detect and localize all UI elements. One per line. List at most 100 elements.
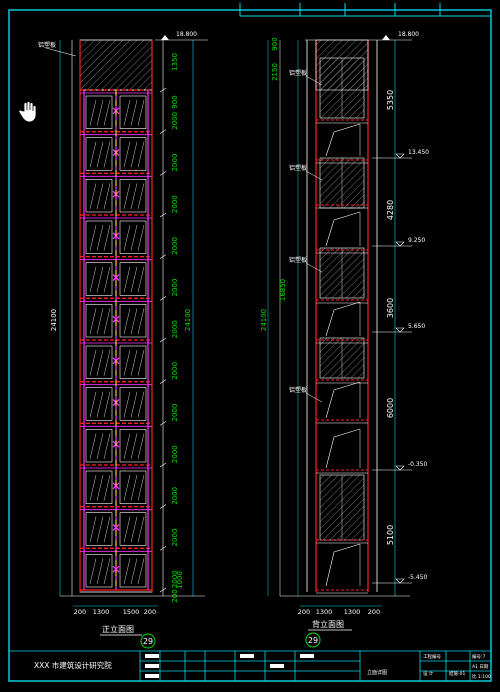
hand-pointer-icon	[18, 101, 37, 123]
front-glass-glare	[103, 99, 111, 126]
front-glass-pane	[85, 304, 113, 338]
front-glass-glare	[130, 266, 138, 293]
back-top-dim: 2150	[271, 63, 279, 81]
front-bottom-width: 1300	[93, 608, 110, 616]
front-glass-glare	[130, 391, 138, 418]
front-glass-pane	[119, 554, 147, 588]
front-glass-glare	[89, 266, 97, 293]
front-segment-dim: 2000	[171, 195, 179, 213]
front-glass-pane	[119, 220, 147, 254]
back-elevation-marker	[395, 241, 405, 247]
front-glass-pane	[85, 512, 113, 546]
front-segment-dim: 2000	[171, 112, 179, 130]
front-glass-glare	[130, 183, 138, 210]
back-label-leader	[305, 170, 323, 181]
front-glass-glare	[103, 224, 111, 251]
front-glass-glare	[96, 433, 104, 460]
back-label-leader	[305, 262, 323, 273]
cad-drawing-canvas[interactable]: 1350 900 2000 2000 2000 2000 2000 2000 2000 2000 2…	[0, 0, 500, 692]
front-glass-pane	[119, 304, 147, 338]
front-glass-glare	[123, 183, 131, 210]
front-glass-glare	[130, 516, 138, 543]
front-top-block	[79, 39, 153, 91]
front-glass-glare	[123, 391, 131, 418]
title-cell: 设 计	[423, 670, 434, 677]
back-elevation-label: -5.450	[408, 574, 428, 581]
back-segment-dim: 5350	[386, 90, 395, 110]
front-glass-glare	[96, 183, 104, 210]
front-glass-glare	[96, 224, 104, 251]
front-glass-glare	[96, 474, 104, 501]
front-glass-glare	[89, 141, 97, 168]
front-glass-pane	[119, 137, 147, 171]
front-segment-dim: 2000	[171, 404, 179, 422]
back-stair-profile	[325, 123, 361, 157]
front-glass-glare	[137, 433, 145, 460]
front-glass-pane	[85, 179, 113, 213]
front-glass-pane	[119, 345, 147, 379]
front-glass-pane	[85, 554, 113, 588]
front-right-overall: 24100	[184, 309, 192, 331]
back-material-label: 铝塑板	[289, 69, 307, 77]
front-glass-glare	[103, 433, 111, 460]
front-top-elevation: 18.800	[176, 31, 197, 38]
front-glass-pane	[119, 179, 147, 213]
front-glass-pane	[85, 137, 113, 171]
front-glass-glare	[123, 474, 131, 501]
front-glass-glare	[123, 266, 131, 293]
title-block-fill	[270, 664, 284, 668]
front-glass-glare	[137, 224, 145, 251]
back-stair-profile	[325, 543, 361, 587]
front-glass-glare	[123, 558, 131, 585]
front-glass-glare	[137, 558, 145, 585]
front-glass-glare	[123, 433, 131, 460]
front-glass-glare	[103, 474, 111, 501]
front-glass-glare	[103, 391, 111, 418]
title-cell: 工程编号	[423, 653, 441, 660]
front-glass-glare	[130, 308, 138, 335]
back-elevation-marker	[395, 578, 405, 584]
front-overall-height: 24100	[50, 309, 58, 331]
drawing-name: 立面详图	[367, 669, 387, 676]
front-glass-glare	[89, 183, 97, 210]
front-glass-glare	[96, 558, 104, 585]
back-inner-height: 16850	[279, 279, 287, 301]
back-top-elevation: 18.800	[398, 31, 419, 38]
front-segment-dim: 2000	[171, 445, 179, 463]
front-glass-glare	[123, 516, 131, 543]
front-glass-pane	[119, 429, 147, 463]
front-glass-pane	[85, 345, 113, 379]
back-stair-profile	[325, 301, 361, 337]
back-segment-dim: 5100	[386, 525, 395, 545]
front-segment-dim: 2000	[171, 154, 179, 172]
back-bottom-width: 200	[298, 608, 310, 616]
front-bottom-dim: 1000	[176, 571, 184, 589]
back-material-label: 铝塑板	[289, 256, 307, 264]
front-glass-glare	[103, 349, 111, 376]
front-segment-dim: 1350	[171, 53, 179, 71]
front-glass-glare	[96, 266, 104, 293]
front-glass-glare	[137, 183, 145, 210]
back-top-small-dim: 900	[271, 37, 279, 50]
front-glass-pane	[119, 262, 147, 296]
front-glass-glare	[96, 99, 104, 126]
back-elevation	[267, 35, 412, 607]
back-stair-profile	[325, 381, 361, 419]
front-segment-dim: 2000	[171, 279, 179, 297]
back-elevation-marker	[395, 327, 405, 333]
front-glass-glare	[123, 308, 131, 335]
back-label-leader	[305, 392, 323, 403]
title-cell: 结施-01	[449, 670, 465, 677]
back-sheet-number: 29	[308, 636, 318, 645]
front-glass-glare	[123, 349, 131, 376]
front-glass-glare	[137, 99, 145, 126]
title-cell: A1 日期	[472, 664, 489, 670]
front-glass-pane	[119, 387, 147, 421]
front-glass-glare	[137, 308, 145, 335]
front-glass-glare	[130, 141, 138, 168]
front-glass-glare	[96, 308, 104, 335]
title-block-fill	[240, 654, 254, 658]
front-glass-glare	[89, 391, 97, 418]
front-glass-glare	[137, 266, 145, 293]
front-glass-glare	[96, 349, 104, 376]
